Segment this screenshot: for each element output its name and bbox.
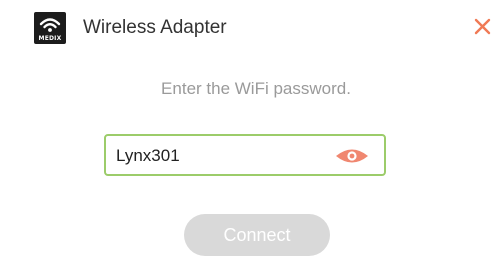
app-icon-brand-text: MEDIX xyxy=(38,35,62,42)
dialog-header: MEDIX Wireless Adapter xyxy=(0,0,496,60)
dialog-title: Wireless Adapter xyxy=(83,17,227,38)
wifi-router-icon: MEDIX xyxy=(34,12,66,44)
password-field xyxy=(104,134,386,176)
password-instruction: Enter the WiFi password. xyxy=(161,79,351,98)
connect-button[interactable]: Connect xyxy=(184,214,330,256)
wireless-adapter-dialog: MEDIX Wireless Adapter Enter the WiFi pa… xyxy=(0,0,496,258)
close-icon[interactable] xyxy=(472,15,494,37)
eye-icon[interactable] xyxy=(334,145,370,167)
password-input[interactable] xyxy=(116,144,316,168)
